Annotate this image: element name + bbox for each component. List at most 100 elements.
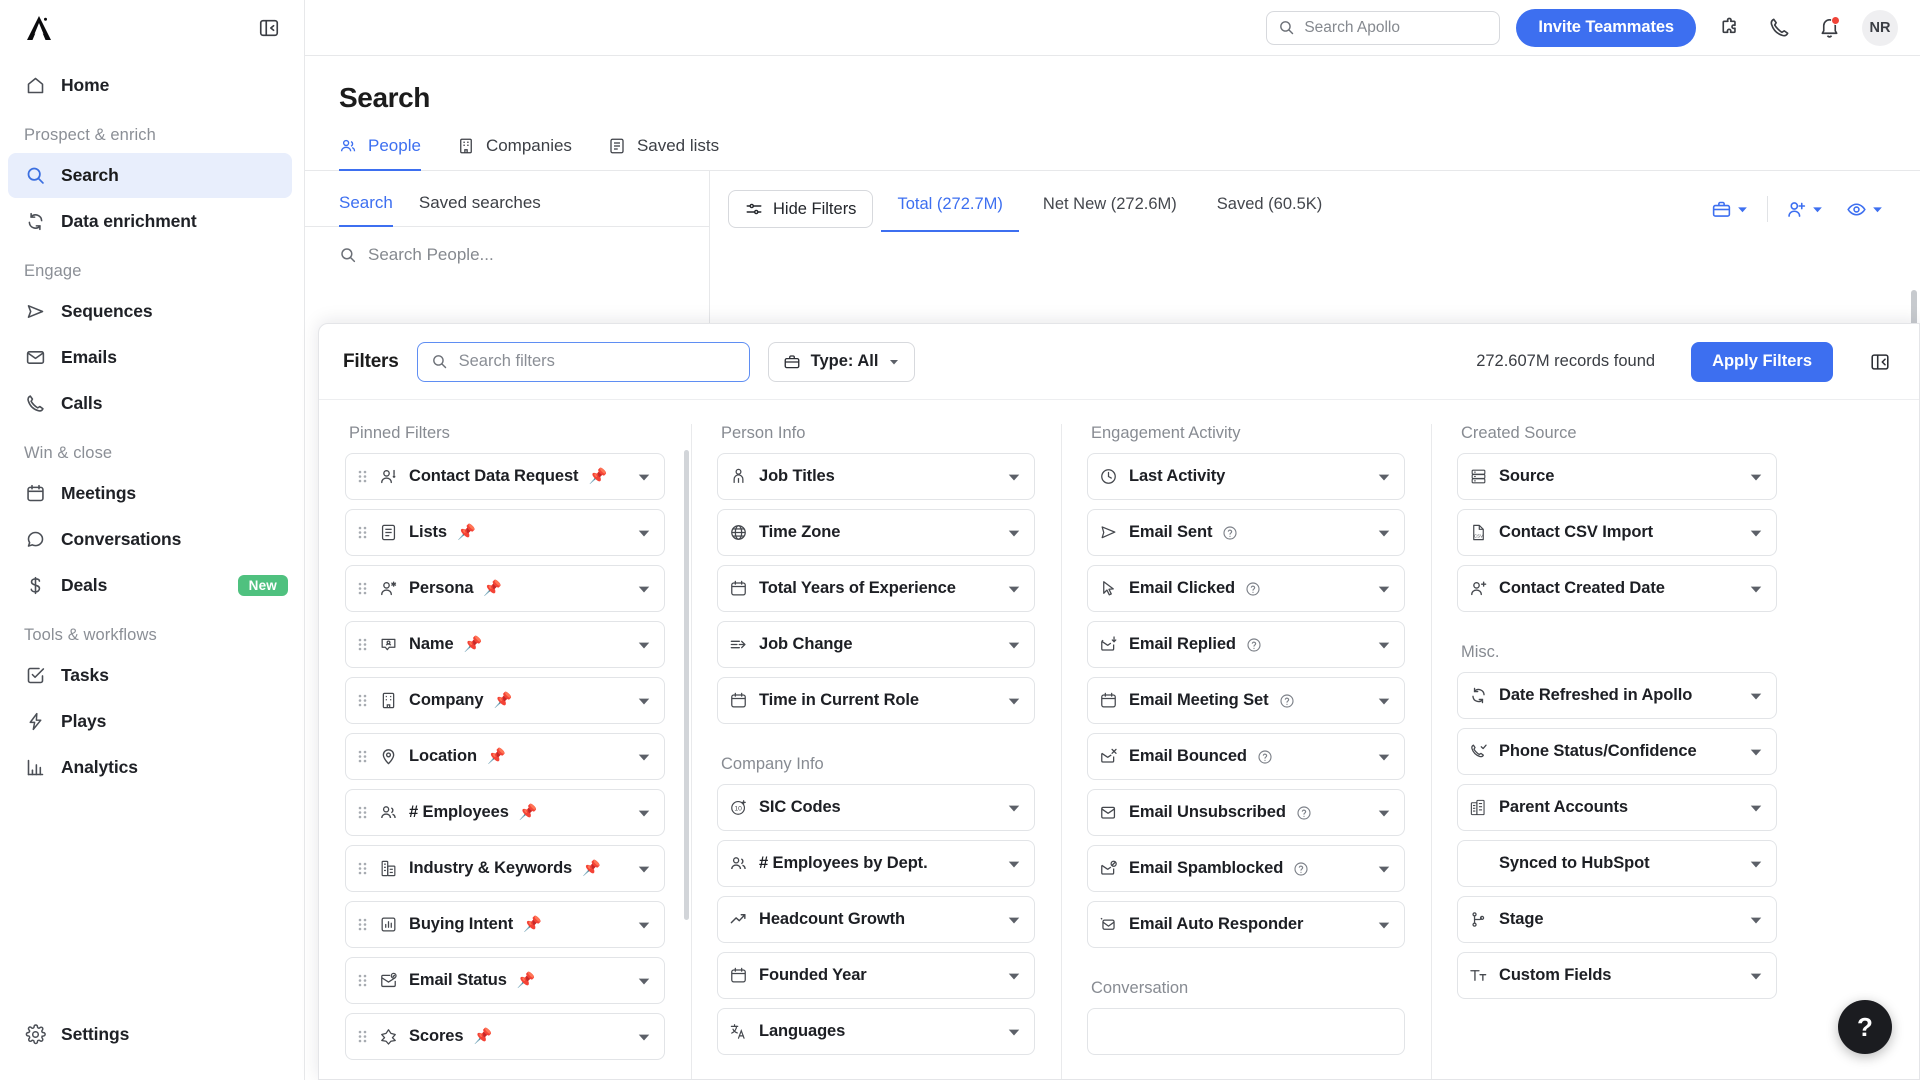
- sidebar-item-sequences[interactable]: Sequences: [8, 289, 292, 334]
- pin-icon[interactable]: 📌: [457, 525, 476, 540]
- filter-scores[interactable]: Scores 📌: [345, 1013, 665, 1060]
- drag-handle-icon[interactable]: [356, 861, 368, 876]
- count-tab-saved[interactable]: Saved (60.5K): [1201, 186, 1338, 232]
- tab-companies[interactable]: Companies: [457, 136, 572, 171]
- pin-icon[interactable]: 📌: [582, 861, 601, 876]
- pin-icon[interactable]: 📌: [487, 749, 506, 764]
- sidebar-item-settings[interactable]: Settings: [8, 1012, 292, 1057]
- filter-email-auto-responder[interactable]: Email Auto Responder: [1087, 901, 1405, 948]
- drag-handle-icon[interactable]: [356, 581, 368, 596]
- help-icon[interactable]: [1296, 805, 1312, 821]
- filter-email-clicked[interactable]: Email Clicked: [1087, 565, 1405, 612]
- filter-total-years-experience[interactable]: Total Years of Experience: [717, 565, 1035, 612]
- filter-persona[interactable]: Persona 📌: [345, 565, 665, 612]
- tab-saved-lists[interactable]: Saved lists: [608, 136, 719, 171]
- add-person-action[interactable]: [1776, 199, 1834, 220]
- filter-last-activity[interactable]: Last Activity: [1087, 453, 1405, 500]
- count-tab-total[interactable]: Total (272.7M): [881, 186, 1019, 232]
- pin-icon[interactable]: 📌: [519, 805, 538, 820]
- sidebar-item-search[interactable]: Search: [8, 153, 292, 198]
- filter-contact-created-date[interactable]: Contact Created Date: [1457, 565, 1777, 612]
- global-search[interactable]: [1266, 10, 1501, 45]
- sidebar-item-tasks[interactable]: Tasks: [8, 653, 292, 698]
- pin-icon[interactable]: 📌: [588, 469, 607, 484]
- filter-company[interactable]: Company 📌: [345, 677, 665, 724]
- sidebar-item-analytics[interactable]: Analytics: [8, 745, 292, 790]
- drag-handle-icon[interactable]: [356, 693, 368, 708]
- filter-custom-fields[interactable]: Custom Fields: [1457, 952, 1777, 999]
- drag-handle-icon[interactable]: [356, 637, 368, 652]
- tab-search[interactable]: Search: [339, 193, 393, 227]
- avatar[interactable]: NR: [1862, 9, 1898, 46]
- hide-filters-button[interactable]: Hide Filters: [728, 190, 874, 228]
- filter-conversation-placeholder[interactable]: [1087, 1008, 1405, 1055]
- pin-icon[interactable]: 📌: [473, 1029, 492, 1044]
- pin-icon[interactable]: 📌: [493, 693, 512, 708]
- filter-type-dropdown[interactable]: Type: All: [767, 341, 916, 382]
- filter-date-refreshed-in-apollo[interactable]: Date Refreshed in Apollo: [1457, 672, 1777, 719]
- filter-languages[interactable]: Languages: [717, 1008, 1035, 1055]
- filter-email-bounced[interactable]: Email Bounced: [1087, 733, 1405, 780]
- sidebar-item-data-enrichment[interactable]: Data enrichment: [8, 199, 292, 244]
- filter-sic-codes[interactable]: 10 SIC Codes: [717, 784, 1035, 831]
- sidebar-item-deals[interactable]: Deals New: [8, 563, 292, 608]
- tab-people[interactable]: People: [339, 136, 421, 171]
- help-icon[interactable]: [1245, 581, 1261, 597]
- filter-industry-keywords[interactable]: Industry & Keywords 📌: [345, 845, 665, 892]
- filter-time-in-current-role[interactable]: Time in Current Role: [717, 677, 1035, 724]
- sidebar-item-home[interactable]: Home: [8, 63, 292, 108]
- filters-search[interactable]: [416, 341, 750, 382]
- filter-location[interactable]: Location 📌: [345, 733, 665, 780]
- global-search-input[interactable]: [1304, 18, 1489, 37]
- pinned-filters-scrollbar[interactable]: [684, 450, 689, 920]
- filter-email-meeting-set[interactable]: Email Meeting Set: [1087, 677, 1405, 724]
- filter-headcount-growth[interactable]: Headcount Growth: [717, 896, 1035, 943]
- sidebar-collapse-button[interactable]: [256, 15, 282, 41]
- sidebar-item-calls[interactable]: Calls: [8, 381, 292, 426]
- apply-filters-button[interactable]: Apply Filters: [1691, 341, 1833, 382]
- filter-buying-intent[interactable]: Buying Intent 📌: [345, 901, 665, 948]
- pin-icon[interactable]: 📌: [483, 581, 502, 596]
- drag-handle-icon[interactable]: [356, 805, 368, 820]
- sidebar-item-emails[interactable]: Emails: [8, 335, 292, 380]
- puzzle-icon[interactable]: [1712, 11, 1746, 45]
- filter-lists[interactable]: Lists 📌: [345, 509, 665, 556]
- drag-handle-icon[interactable]: [356, 469, 368, 484]
- drag-handle-icon[interactable]: [356, 917, 368, 932]
- drag-handle-icon[interactable]: [356, 749, 368, 764]
- filter-employees-by-dept[interactable]: # Employees by Dept.: [717, 840, 1035, 887]
- filters-search-input[interactable]: [458, 352, 736, 371]
- filter-phone-status-confidence[interactable]: Phone Status/Confidence: [1457, 728, 1777, 775]
- help-icon[interactable]: [1246, 637, 1262, 653]
- pin-icon[interactable]: 📌: [464, 637, 483, 652]
- filter-email-sent[interactable]: Email Sent: [1087, 509, 1405, 556]
- notification-bell-icon[interactable]: [1812, 11, 1846, 45]
- sidebar-item-plays[interactable]: Plays: [8, 699, 292, 744]
- filter-source[interactable]: Source: [1457, 453, 1777, 500]
- help-fab-button[interactable]: ?: [1838, 1000, 1892, 1054]
- filter-job-titles[interactable]: Job Titles: [717, 453, 1035, 500]
- filter-email-status[interactable]: Email Status 📌: [345, 957, 665, 1004]
- filter-contact-data-request[interactable]: Contact Data Request 📌: [345, 453, 665, 500]
- help-icon[interactable]: [1293, 861, 1309, 877]
- drag-handle-icon[interactable]: [356, 973, 368, 988]
- filter-email-spamblocked[interactable]: Email Spamblocked: [1087, 845, 1405, 892]
- people-search-field[interactable]: Search People...: [305, 227, 709, 265]
- briefcase-action[interactable]: [1701, 199, 1759, 220]
- pin-icon[interactable]: 📌: [523, 917, 542, 932]
- filter-time-zone[interactable]: Time Zone: [717, 509, 1035, 556]
- filter-synced-to-hubspot[interactable]: Synced to HubSpot: [1457, 840, 1777, 887]
- tab-saved-searches[interactable]: Saved searches: [419, 193, 541, 227]
- filter-name[interactable]: Name 📌: [345, 621, 665, 668]
- help-icon[interactable]: [1279, 693, 1295, 709]
- filter-parent-accounts[interactable]: Parent Accounts: [1457, 784, 1777, 831]
- filter-num-employees[interactable]: # Employees 📌: [345, 789, 665, 836]
- filter-founded-year[interactable]: Founded Year: [717, 952, 1035, 999]
- filter-job-change[interactable]: Job Change: [717, 621, 1035, 668]
- pin-icon[interactable]: 📌: [517, 973, 536, 988]
- invite-teammates-button[interactable]: Invite Teammates: [1516, 8, 1696, 47]
- filter-email-replied[interactable]: Email Replied: [1087, 621, 1405, 668]
- help-icon[interactable]: [1257, 749, 1273, 765]
- drag-handle-icon[interactable]: [356, 1029, 368, 1044]
- phone-icon[interactable]: [1762, 11, 1796, 45]
